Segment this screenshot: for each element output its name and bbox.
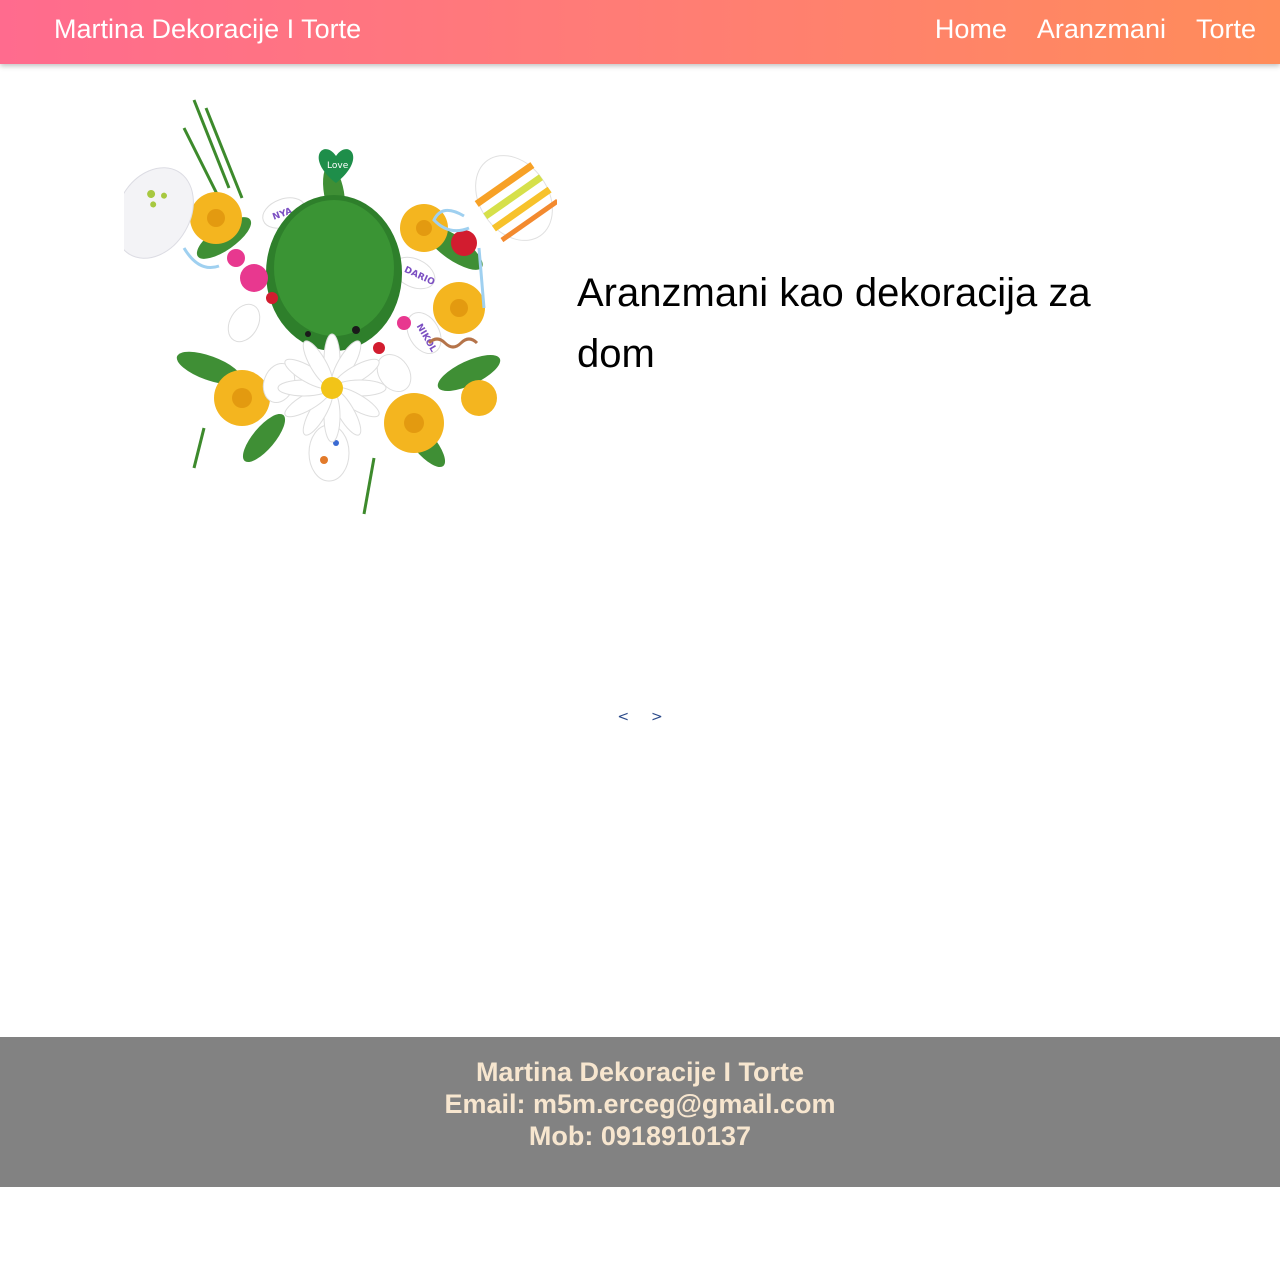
slider-prev-button[interactable]: < bbox=[617, 709, 629, 725]
footer-business-name: Martina Dekoracije I Torte bbox=[475, 1057, 805, 1087]
nav-link-home[interactable]: Home bbox=[935, 14, 1007, 45]
nav-link-torte[interactable]: Torte bbox=[1196, 14, 1256, 45]
footer-phone: Mob: 0918910137 bbox=[528, 1121, 752, 1151]
carousel-slide: NYA DARIO NIKOL Love Aranzmani kao dekor… bbox=[114, 98, 1156, 516]
slide-image: NYA DARIO NIKOL Love bbox=[114, 98, 560, 516]
slide-caption: Aranzmani kao dekoracija za dom bbox=[577, 271, 1091, 376]
brand-link[interactable]: Martina Dekoracije I Torte bbox=[54, 14, 361, 45]
nav-links: Home Aranzmani Torte bbox=[935, 14, 1256, 45]
footer: Martina Dekoracije I Torte Email: m5m.er… bbox=[0, 1037, 1280, 1187]
easter-arrangement-image: NYA DARIO NIKOL Love bbox=[114, 99, 560, 515]
svg-text:Love: Love bbox=[327, 161, 349, 171]
footer-email: Email: m5m.erceg@gmail.com bbox=[444, 1089, 836, 1119]
nav-link-aranzmani[interactable]: Aranzmani bbox=[1037, 14, 1166, 45]
navbar: Martina Dekoracije I Torte Home Aranzman… bbox=[0, 0, 1280, 64]
slider-controls: < > bbox=[0, 708, 1280, 725]
slider-next-button[interactable]: > bbox=[651, 709, 663, 725]
